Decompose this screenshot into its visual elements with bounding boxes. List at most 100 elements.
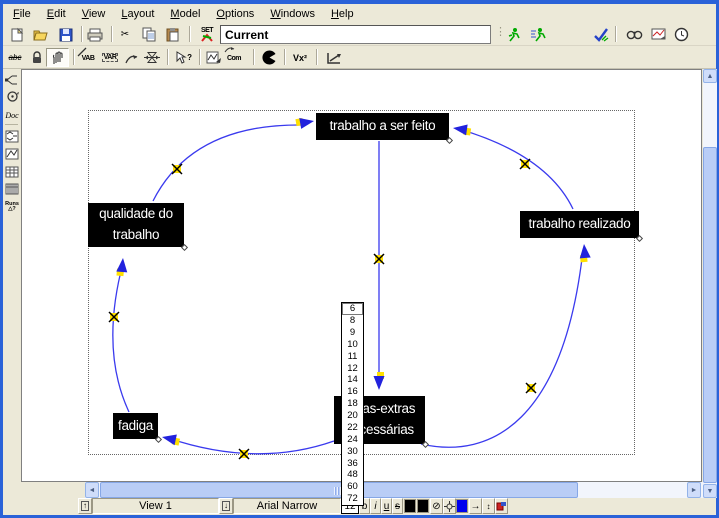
toolbar-separator — [253, 49, 255, 65]
table-icon[interactable] — [4, 164, 20, 180]
scroll-up-icon[interactable]: ▲ — [703, 69, 717, 83]
toolbar-separator — [167, 49, 169, 65]
wire-handle-marker — [374, 254, 384, 264]
font-size-option[interactable]: 12 — [342, 362, 363, 374]
cut-icon[interactable]: ✂ — [115, 25, 135, 44]
font-size-option[interactable]: 72 — [342, 493, 363, 505]
font-size-option[interactable]: 20 — [342, 410, 363, 422]
horizontal-scroll-thumb[interactable] — [100, 482, 578, 498]
scroll-right-icon[interactable]: ► — [687, 482, 701, 498]
check-run-icon[interactable] — [591, 25, 611, 44]
node-trabalho-realizado[interactable]: trabalho realizado — [520, 211, 639, 238]
rate-tool-icon[interactable] — [142, 48, 162, 67]
font-size-option[interactable]: 16 — [342, 386, 363, 398]
text-tool-icon[interactable]: abc — [5, 48, 25, 67]
menu-item[interactable]: Windows — [262, 6, 323, 22]
font-size-option[interactable]: 24 — [342, 434, 363, 446]
font-size-option[interactable]: 30 — [342, 446, 363, 458]
view-down-button[interactable]: ↓ — [219, 498, 233, 514]
underline-button[interactable]: u — [381, 498, 392, 514]
horizontal-scrollbar[interactable]: ◄ ► — [85, 482, 703, 498]
toolbar-separator — [284, 49, 286, 65]
table-time-icon[interactable] — [4, 181, 20, 197]
default-format-icon[interactable] — [495, 498, 508, 514]
thickness-icon[interactable]: ↕ — [482, 498, 495, 514]
arrow-tool-icon[interactable] — [122, 48, 142, 67]
graph-icon[interactable] — [4, 146, 20, 162]
font-size-option[interactable]: 10 — [342, 339, 363, 351]
box-color-swatch[interactable] — [417, 499, 429, 513]
delete-tool-icon[interactable] — [259, 48, 279, 67]
equations-tool-icon[interactable]: Vx² — [290, 48, 310, 67]
causes-strip-icon[interactable] — [4, 128, 20, 144]
scroll-left-icon[interactable]: ◄ — [85, 482, 99, 498]
toolbar-separator — [111, 26, 113, 42]
font-size-option[interactable]: 11 — [342, 351, 363, 363]
menu-item[interactable]: Options — [208, 6, 262, 22]
dataset-name-field[interactable] — [220, 25, 491, 44]
node-label: qualidade do trabalho — [88, 204, 184, 246]
node-qualidade-do-trabalho[interactable]: qualidade do trabalho — [88, 203, 184, 247]
font-size-option[interactable]: 36 — [342, 457, 363, 469]
run-icon[interactable] — [503, 25, 523, 44]
set-icon[interactable]: SET — [196, 25, 218, 44]
copy-icon[interactable] — [139, 25, 159, 44]
scroll-down-icon[interactable]: ▼ — [703, 484, 717, 498]
font-size-option[interactable]: 48 — [342, 469, 363, 481]
find-icon[interactable] — [624, 25, 644, 44]
font-size-option[interactable]: 22 — [342, 422, 363, 434]
new-icon[interactable] — [7, 25, 27, 44]
font-size-option[interactable]: 14 — [342, 374, 363, 386]
move-tool-icon[interactable] — [46, 48, 69, 67]
font-name-panel[interactable]: Arial Narrow — [233, 498, 341, 514]
view-name-panel[interactable]: View 1 — [92, 498, 219, 514]
toolbar-separator — [615, 26, 617, 42]
save-icon[interactable] — [56, 25, 76, 44]
arrow-style-icon[interactable]: → — [469, 498, 482, 514]
loops-icon[interactable] — [4, 88, 20, 104]
variable-tool-icon[interactable]: VAB — [78, 48, 98, 67]
paste-icon[interactable] — [163, 25, 183, 44]
vertical-scrollbar[interactable]: ▲ ▼ — [703, 69, 717, 498]
query-tool-icon[interactable]: ? — [173, 48, 193, 67]
menu-item[interactable]: Help — [323, 6, 362, 22]
causes-tree-icon[interactable] — [4, 71, 20, 87]
node-fadiga[interactable]: fadiga — [113, 413, 158, 439]
strike-button[interactable]: s — [392, 498, 403, 514]
lock-icon[interactable] — [27, 48, 47, 67]
output-icon[interactable] — [648, 25, 668, 44]
fill-color-swatch[interactable] — [456, 499, 468, 513]
menu-item[interactable]: Edit — [39, 6, 74, 22]
font-size-option[interactable]: 8 — [342, 315, 363, 327]
view-up-button[interactable]: ↑ — [78, 498, 92, 514]
node-trabalho-a-ser-feito[interactable]: trabalho a ser feito — [316, 113, 449, 140]
wire-handle-marker — [520, 159, 530, 169]
application-window: FileEditViewLayoutModelOptionsWindowsHel… — [3, 4, 716, 515]
font-size-option[interactable]: 6 — [342, 303, 363, 315]
vertical-scroll-thumb[interactable] — [703, 147, 717, 483]
position-icon[interactable] — [443, 498, 456, 514]
io-object-icon[interactable] — [204, 48, 224, 67]
menu-item[interactable]: Model — [162, 6, 208, 22]
shadow-variable-icon[interactable]: VAR — [100, 48, 120, 67]
shape-icon[interactable]: ⊘ — [430, 498, 443, 514]
font-size-option[interactable]: 60 — [342, 481, 363, 493]
italic-button[interactable]: i — [370, 498, 381, 514]
font-size-option[interactable]: 18 — [342, 398, 363, 410]
font-size-dropdown[interactable]: 6891011121416182022243036486072 — [341, 302, 364, 506]
toolbar-separator — [73, 49, 75, 65]
refmode-tool-icon[interactable] — [325, 48, 345, 67]
runs-compare-icon[interactable]: Runs△? — [4, 199, 20, 215]
wire-qualidade-to-trabalho — [153, 125, 301, 201]
open-icon[interactable] — [31, 25, 51, 44]
menu-item[interactable]: Layout — [113, 6, 162, 22]
print-icon[interactable] — [85, 25, 105, 44]
font-size-option[interactable]: 9 — [342, 327, 363, 339]
text-color-swatch[interactable] — [404, 499, 416, 513]
run-fast-icon[interactable] — [528, 25, 548, 44]
clock-icon[interactable] — [671, 25, 691, 44]
menu-item[interactable]: View — [74, 6, 114, 22]
comment-tool-icon[interactable]: Com — [224, 48, 244, 67]
doc-icon[interactable]: Doc — [4, 107, 20, 123]
menu-item[interactable]: File — [5, 6, 39, 22]
